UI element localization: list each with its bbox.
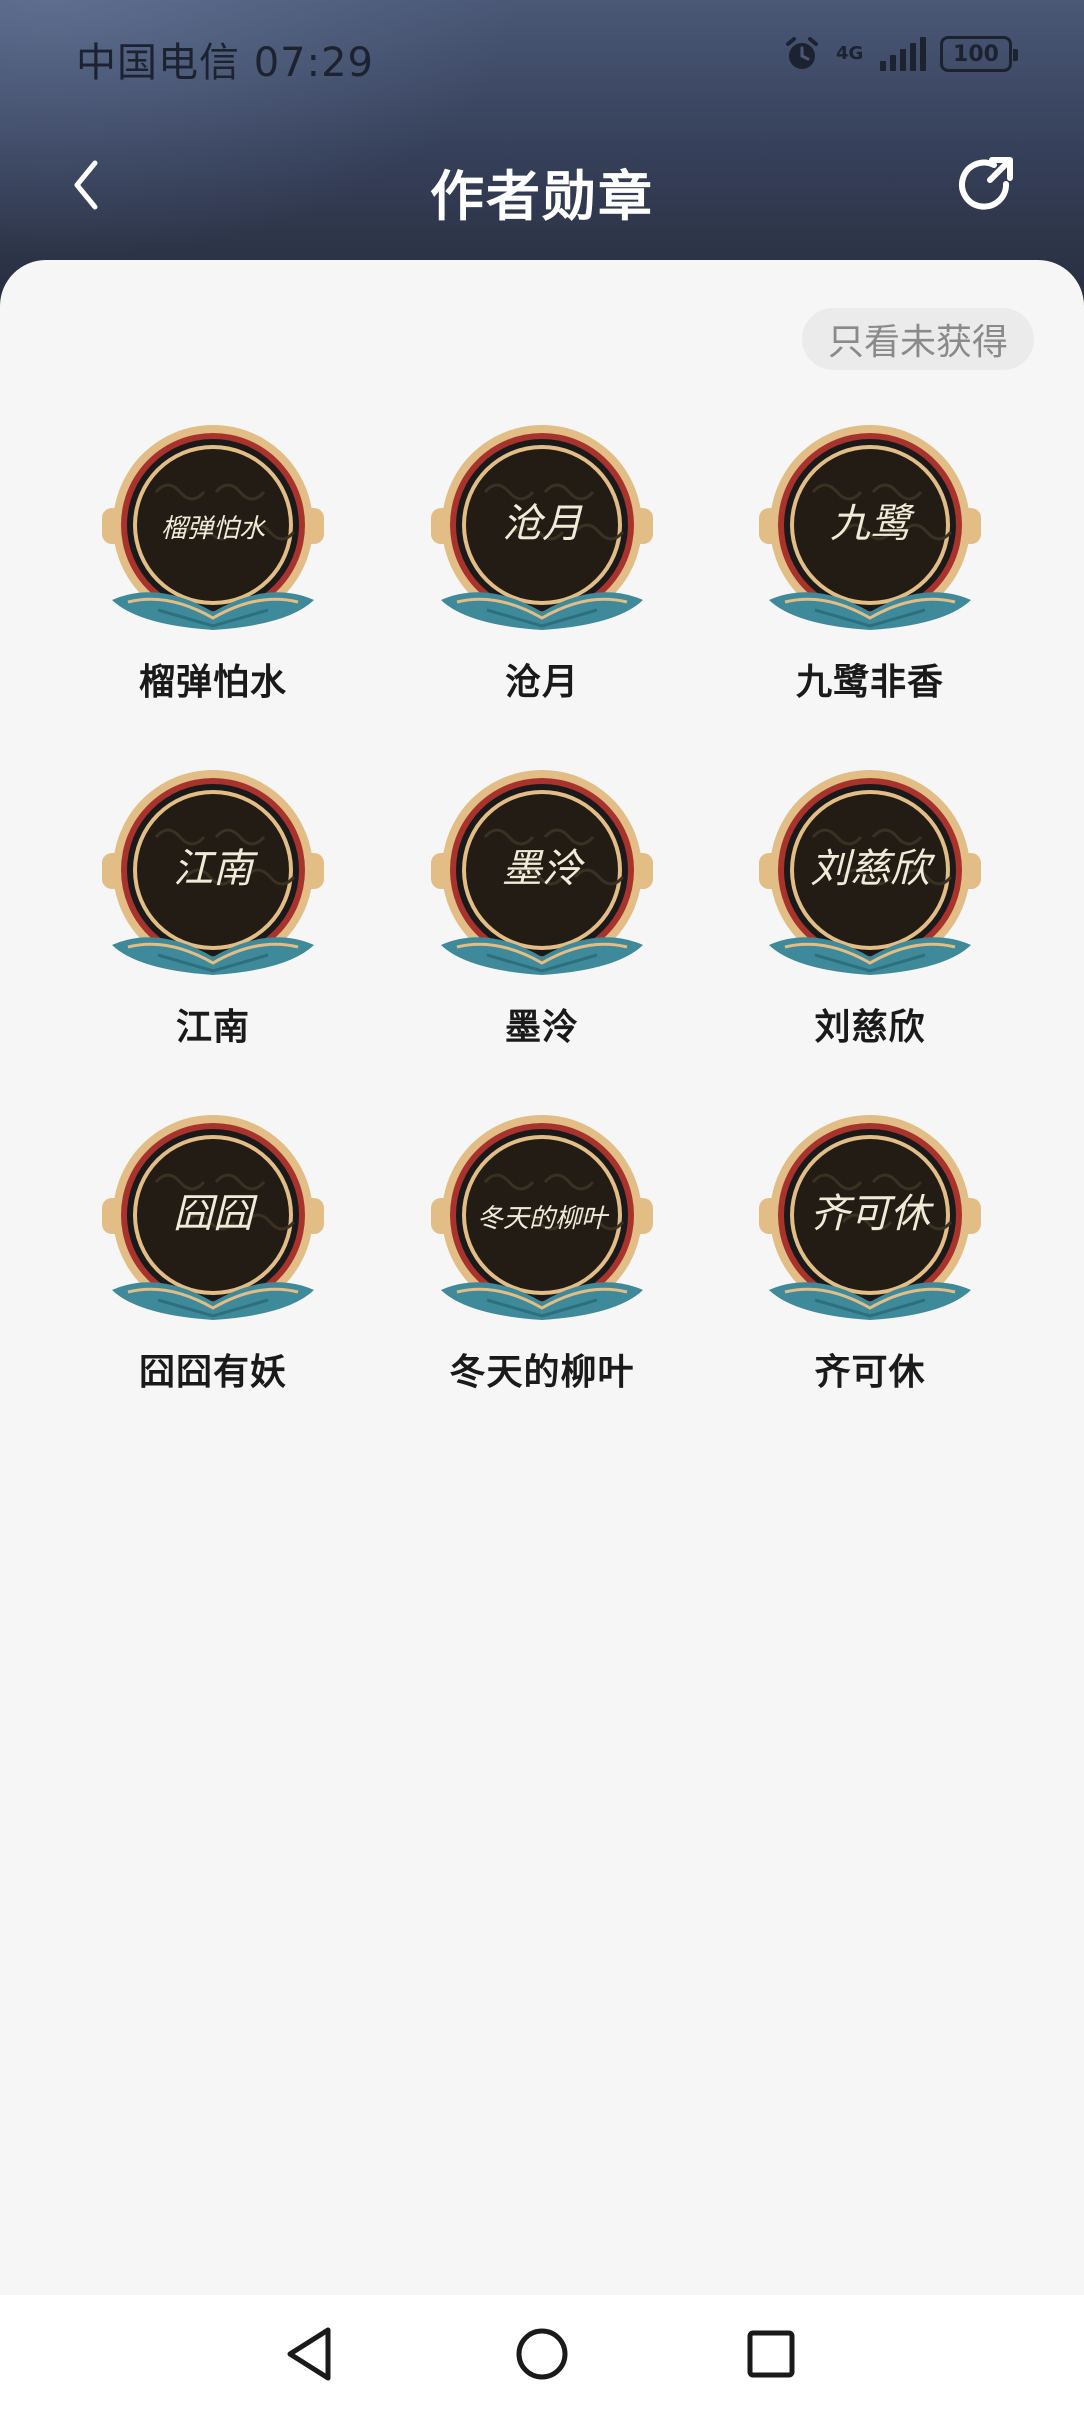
badge-name: 刘慈欣 (814, 1007, 926, 1048)
signal-icon (880, 37, 926, 71)
badge-item[interactable]: 刘慈欣 刘慈欣 (706, 765, 1034, 1065)
badge-name: 榴弹怕水 (138, 662, 287, 703)
badge-item[interactable]: 江南 江南 (49, 765, 377, 1065)
medal-icon: 九鹭 (759, 425, 981, 630)
svg-text:冬天的柳叶: 冬天的柳叶 (477, 1204, 610, 1234)
badge-name: 沧月 (504, 662, 579, 703)
badge-name: 墨泠 (504, 1007, 579, 1048)
badge-name: 冬天的柳叶 (449, 1352, 635, 1393)
medal-icon: 冬天的柳叶 (431, 1115, 653, 1320)
badge-item[interactable]: 榴弹怕水 榴弹怕水 (49, 420, 377, 720)
medal-icon: 江南 (102, 770, 324, 975)
svg-text:沧月: 沧月 (502, 501, 583, 547)
system-navigation-bar (0, 2295, 1084, 2412)
nav-bar: 作者勋章 (0, 130, 1084, 240)
svg-text:九鹭: 九鹭 (830, 501, 916, 547)
medal-icon: 榴弹怕水 (102, 425, 324, 630)
badge-name: 九鹭非香 (795, 662, 944, 703)
badge-name: 江南 (175, 1007, 250, 1048)
square-recents-icon (747, 2330, 795, 2378)
badge-item[interactable]: 九鹭 九鹭非香 (706, 420, 1034, 720)
medal-icon: 齐可休 (759, 1115, 981, 1320)
badge-item[interactable]: 囧囧 囧囧有妖 (49, 1110, 377, 1410)
filter-unobtained-button[interactable]: 只看未获得 (801, 308, 1034, 370)
medal-icon: 墨泠 (431, 770, 653, 975)
badge-name: 囧囧有妖 (138, 1352, 287, 1393)
badge-name: 齐可休 (814, 1352, 926, 1393)
svg-text:囧囧: 囧囧 (173, 1191, 258, 1237)
svg-text:榴弹怕水: 榴弹怕水 (161, 514, 266, 544)
network-type: 4G (836, 43, 864, 64)
page-title: 作者勋章 (430, 165, 654, 228)
circle-home-icon (516, 2328, 568, 2380)
battery-icon: 100 (940, 36, 1018, 72)
system-home-button[interactable] (507, 2319, 577, 2389)
badge-item[interactable]: 沧月 沧月 (378, 420, 706, 720)
system-recents-button[interactable] (736, 2319, 806, 2389)
alarm-icon (786, 37, 818, 69)
medal-icon: 刘慈欣 (759, 770, 981, 975)
svg-text:江南: 江南 (173, 846, 259, 892)
badge-item[interactable]: 墨泠 墨泠 (378, 765, 706, 1065)
status-icons: 4G 100 (782, 34, 1018, 74)
carrier-time: 中国电信 07:29 (76, 40, 374, 86)
badge-item[interactable]: 齐可休 齐可休 (706, 1110, 1034, 1410)
system-back-button[interactable] (275, 2319, 345, 2389)
medal-icon: 囧囧 (102, 1115, 324, 1320)
svg-text:墨泠: 墨泠 (502, 846, 585, 892)
triangle-back-icon (287, 2327, 331, 2381)
badge-panel: 只看未获得 榴弹怕水 榴弹怕水 沧月 沧月 九鹭 九鹭非香 江南 江南 墨泠 墨… (0, 260, 1084, 2295)
svg-text:刘慈欣: 刘慈欣 (810, 846, 936, 892)
battery-level: 100 (953, 41, 999, 67)
svg-text:齐可休: 齐可休 (810, 1191, 934, 1237)
medal-icon: 沧月 (431, 425, 653, 630)
refresh-button[interactable] (952, 150, 1024, 222)
refresh-icon (959, 157, 1013, 210)
status-bar: 中国电信 07:29 4G 100 (0, 0, 1084, 110)
badge-item[interactable]: 冬天的柳叶 冬天的柳叶 (378, 1110, 706, 1410)
